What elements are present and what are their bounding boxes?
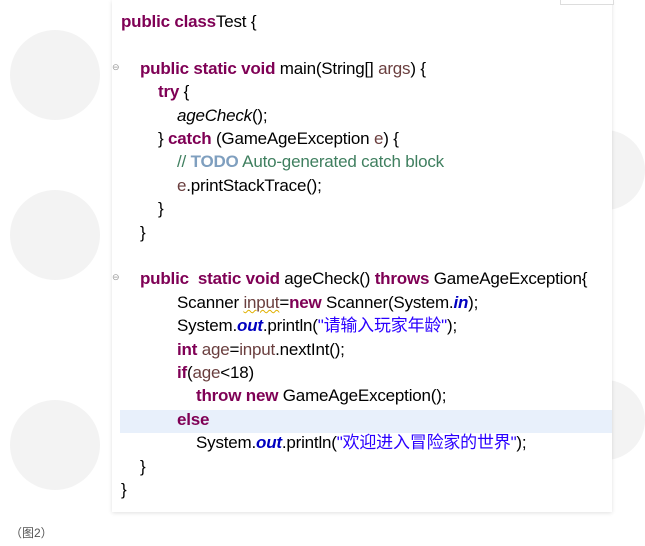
code-token: ); [468, 292, 479, 312]
code-line[interactable]: // TODO Auto-generated catch block [177, 150, 444, 173]
watermark-logo [10, 190, 100, 280]
code-line[interactable]: ageCheck(); [177, 104, 268, 127]
code-line[interactable]: } [140, 455, 146, 478]
code-line[interactable]: try { [158, 80, 189, 103]
watermark-logo [10, 30, 100, 120]
code-token: ) { [383, 129, 399, 148]
code-token: throws [374, 269, 430, 289]
code-line[interactable]: Scanner input=new Scanner(System.in); [177, 291, 478, 314]
code-line[interactable]: public classTest { [121, 10, 257, 33]
figure-caption: （图2） [10, 526, 53, 540]
code-token: } [140, 222, 146, 242]
code-line[interactable]: int age=input.nextInt(); [177, 338, 345, 361]
code-token: (GameAgeException [211, 129, 374, 148]
code-line[interactable]: public static void ageCheck() throws Gam… [140, 267, 587, 290]
code-token: int [177, 339, 198, 359]
code-token: } [140, 456, 146, 476]
code-token: } [158, 129, 169, 148]
code-token: ); [447, 316, 458, 336]
code-line[interactable]: System.out.println("请输入玩家年龄"); [177, 314, 457, 337]
code-token: Scanner(System. [321, 292, 454, 312]
code-token: Auto-generated catch block [238, 152, 444, 172]
code-token: main(String[] [275, 58, 379, 78]
code-token: ageCheck [177, 105, 252, 125]
code-token: catch [168, 129, 212, 148]
code-line[interactable]: throw new GameAgeException(); [196, 384, 446, 407]
code-token: public static void [140, 269, 280, 289]
code-token: out [237, 316, 263, 336]
code-token: "欢迎进入冒险家的世界" [336, 433, 517, 453]
code-token: public static void [140, 58, 276, 78]
code-token: ) { [410, 58, 426, 78]
code-line[interactable]: } [121, 478, 127, 501]
code-token: GameAgeException(); [278, 386, 447, 406]
code-token: age [192, 363, 221, 382]
panel-tab [560, 0, 614, 5]
code-token: e [373, 129, 384, 148]
code-token: new [289, 292, 322, 312]
code-token: ageCheck() [279, 269, 375, 289]
code-token: .printStackTrace(); [186, 175, 322, 195]
code-line[interactable]: System.out.println("欢迎进入冒险家的世界"); [196, 431, 527, 454]
code-token: <18) [220, 363, 254, 382]
code-token: System. [177, 316, 238, 336]
code-token: } [158, 199, 164, 219]
code-token: in [453, 292, 469, 312]
code-token: public class [121, 12, 216, 31]
fold-toggle-icon[interactable]: ⊖ [112, 272, 120, 283]
code-token: .println( [281, 433, 337, 453]
code-token: input [243, 292, 280, 312]
code-token: GameAgeException{ [429, 269, 588, 289]
code-line[interactable]: e.printStackTrace(); [177, 174, 322, 197]
code-token: .println( [262, 316, 318, 336]
code-token: Scanner [177, 292, 244, 312]
code-token: Test { [215, 12, 257, 31]
code-token: } [121, 480, 127, 499]
code-line[interactable]: if(age<18) [177, 361, 254, 384]
code-token: = [229, 339, 240, 359]
watermark-logo [10, 400, 100, 490]
code-token: ); [516, 433, 527, 453]
code-token: out [256, 433, 282, 453]
code-token: args [378, 58, 411, 78]
code-token: else [177, 409, 210, 429]
code-token: try [158, 82, 180, 102]
code-token: age [197, 339, 230, 359]
code-token: { [179, 82, 190, 102]
code-token: (); [251, 105, 268, 125]
code-token: if [177, 363, 187, 382]
code-line[interactable]: } [140, 221, 146, 244]
code-token: throw new [196, 386, 279, 406]
code-line[interactable]: public static void main(String[] args) { [140, 57, 426, 80]
code-token: // [177, 152, 191, 172]
code-token: System. [196, 433, 257, 453]
code-token: e [177, 175, 187, 195]
code-token: = [279, 292, 290, 312]
code-token: TODO [190, 152, 239, 172]
code-line[interactable]: } catch (GameAgeException e) { [158, 127, 399, 150]
fold-toggle-icon[interactable]: ⊖ [112, 62, 120, 73]
code-line[interactable]: else [177, 408, 209, 431]
code-token: .nextInt(); [275, 339, 345, 359]
code-token: input [239, 339, 276, 359]
code-token: "请输入玩家年龄" [317, 316, 448, 336]
code-line[interactable]: } [158, 197, 164, 220]
